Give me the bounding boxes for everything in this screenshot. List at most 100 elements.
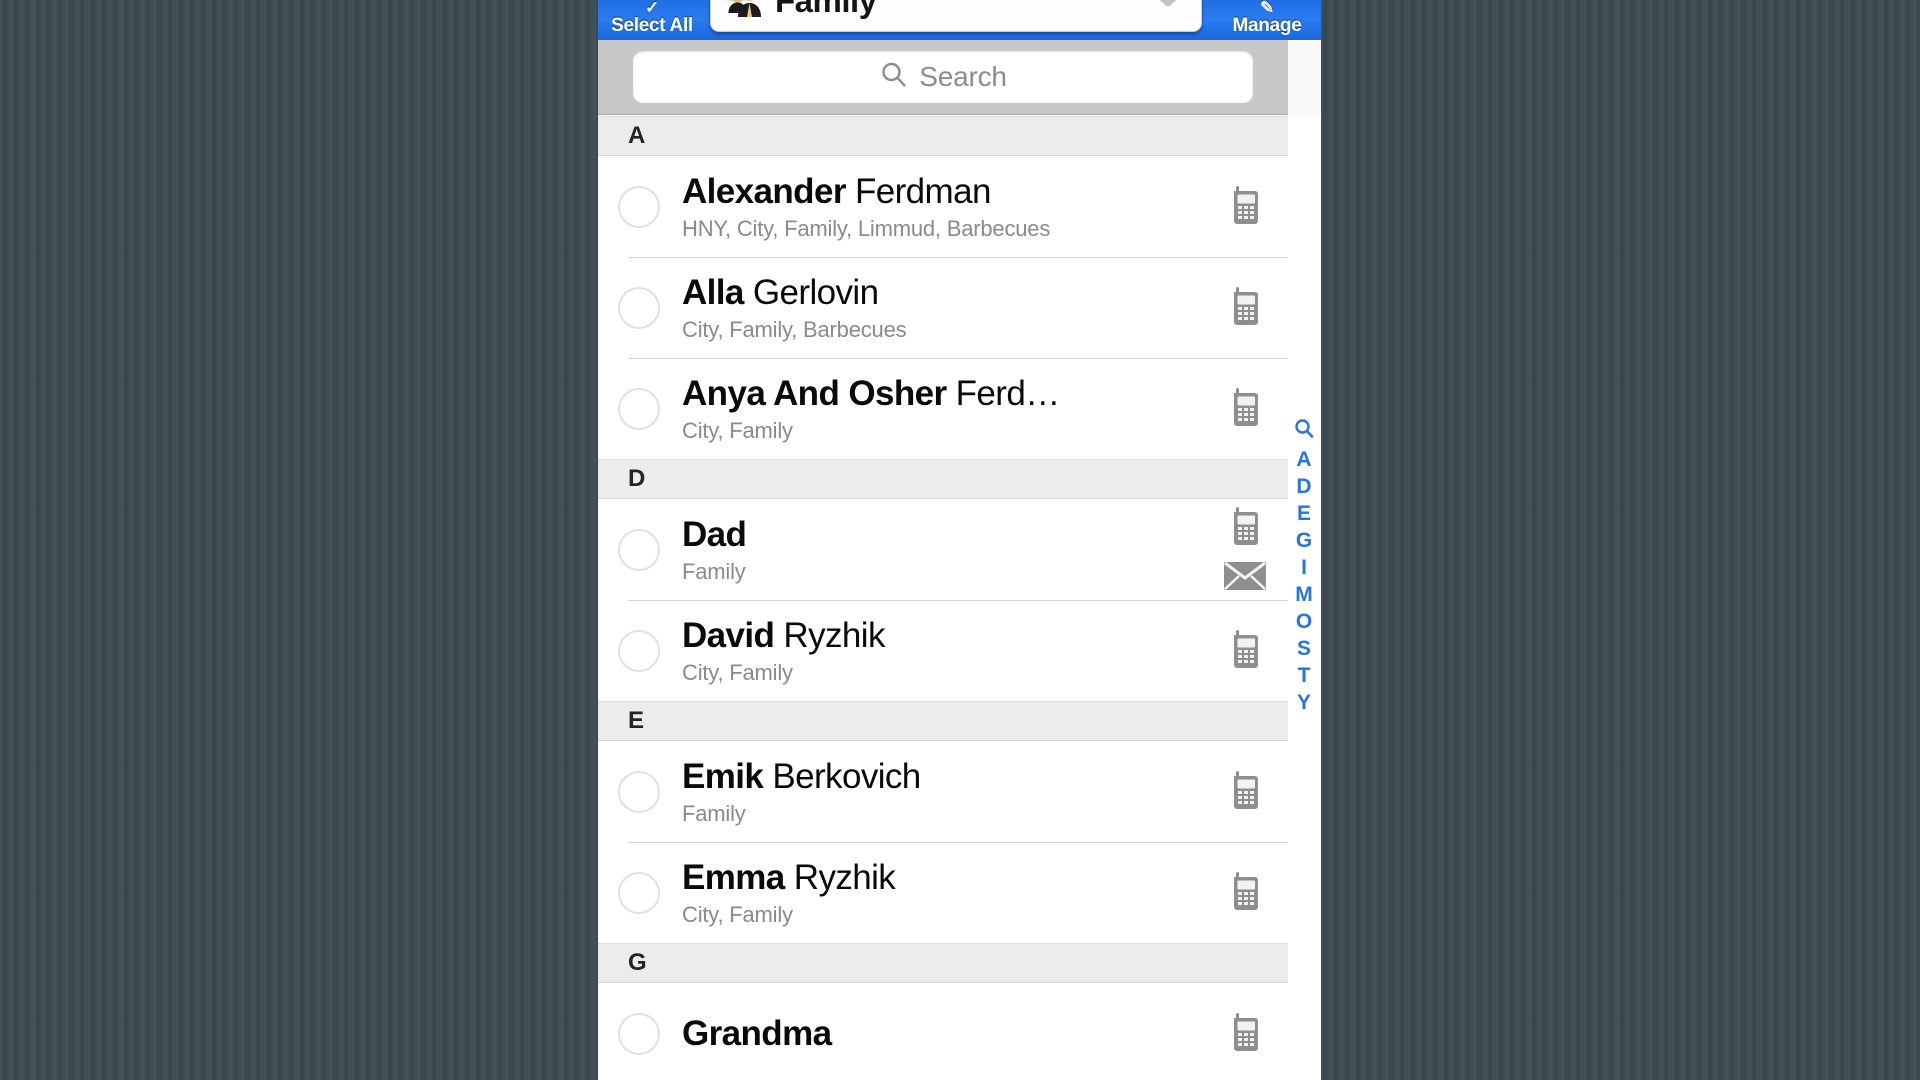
contact-row[interactable]: Dad Family (598, 499, 1288, 600)
contact-text: Alla Gerlovin City, Family, Barbecues (682, 273, 1210, 343)
search-placeholder: Search (919, 61, 1007, 92)
section-header-a: A (598, 116, 1288, 156)
contact-name: Emma Ryzhik (682, 858, 1210, 898)
contact-first-name: Alla (682, 272, 744, 312)
navigation-bar: ✓ Select All Family ✎ Manage (598, 0, 1321, 40)
contact-first-name: Emik (682, 756, 764, 796)
mobile-phone-icon[interactable] (1225, 626, 1265, 675)
contact-row[interactable]: Alexander Ferdman HNY, City, Family, Limm… (598, 156, 1288, 257)
contact-channel-icons (1210, 626, 1288, 675)
contact-channel-icons (1210, 767, 1288, 816)
mobile-phone-icon[interactable] (1225, 384, 1265, 433)
contact-first-name: Anya And Osher (682, 373, 947, 413)
contact-first-name: Alexander (682, 171, 846, 211)
search-input[interactable]: Search (633, 51, 1253, 103)
alpha-index-letter-y[interactable]: Y (1297, 689, 1311, 716)
contact-text: Alexander Ferdman HNY, City, Family, Limm… (682, 172, 1210, 242)
nav-title-pill[interactable]: Family (710, 0, 1202, 32)
mobile-phone-icon[interactable] (1225, 767, 1265, 816)
mobile-phone-icon[interactable] (1225, 182, 1265, 231)
contact-select-checkbox[interactable] (618, 387, 660, 430)
contact-channel-icons (1210, 384, 1288, 433)
manage-label: Manage (1232, 15, 1302, 36)
contact-row[interactable]: Grandma (598, 983, 1288, 1080)
contact-select-checkbox[interactable] (618, 871, 660, 914)
envelope-icon[interactable] (1223, 560, 1267, 597)
section-header-d: D (598, 459, 1288, 499)
contact-text: Grandma (682, 1014, 1210, 1054)
mobile-phone-icon[interactable] (1225, 868, 1265, 917)
contact-select-checkbox[interactable] (618, 770, 660, 813)
alphabet-index[interactable]: ADEGIMOSTY (1289, 418, 1319, 716)
alpha-index-letter-d[interactable]: D (1296, 473, 1311, 500)
contact-row[interactable]: Emma Ryzhik City, Family (598, 842, 1288, 943)
contact-select-checkbox[interactable] (618, 286, 660, 329)
contact-select-checkbox[interactable] (618, 528, 660, 571)
manage-button[interactable]: ✎ Manage (1213, 0, 1321, 40)
contact-select-checkbox[interactable] (618, 629, 660, 672)
section-header-letter: G (628, 949, 647, 976)
contact-last-name: Berkovich (763, 756, 921, 796)
alpha-index-letter-i[interactable]: I (1301, 554, 1307, 581)
page-title: Family (775, 0, 877, 19)
contact-name: Alexander Ferdman (682, 172, 1210, 212)
search-icon (879, 60, 909, 95)
group-people-icon (725, 0, 769, 19)
tag-icon: ✎ (1260, 0, 1274, 17)
section-header-e: E (598, 701, 1288, 741)
contact-select-checkbox[interactable] (618, 185, 660, 228)
contact-last-name: Gerlovin (743, 272, 879, 312)
contact-name: Anya And Osher Ferd… (682, 374, 1210, 414)
contact-channel-icons (1210, 182, 1288, 231)
alpha-index-search-icon[interactable] (1294, 418, 1314, 446)
section-header-letter: E (628, 707, 645, 734)
alpha-index-letter-e[interactable]: E (1297, 500, 1311, 527)
contact-first-name: David (682, 615, 775, 655)
contact-text: David Ryzhik City, Family (682, 616, 1210, 686)
contact-groups-subtitle: Family (682, 800, 746, 826)
mobile-phone-icon[interactable] (1225, 1009, 1265, 1058)
contact-name: Dad (682, 515, 1210, 555)
contact-groups-subtitle: HNY, City, Family, Limmud, Barbecues (682, 215, 1051, 241)
contact-text: Emma Ryzhik City, Family (682, 858, 1210, 928)
contact-row[interactable]: Anya And Osher Ferd… City, Family (598, 358, 1288, 459)
contact-text: Anya And Osher Ferd… City, Family (682, 374, 1210, 444)
contact-channel-icons (1210, 283, 1288, 332)
contact-channel-icons (1210, 868, 1288, 917)
contact-name: David Ryzhik (682, 616, 1210, 656)
contact-groups-subtitle: City, Family (682, 417, 793, 443)
mobile-phone-icon[interactable] (1225, 283, 1265, 332)
contact-name: Alla Gerlovin (682, 273, 1210, 313)
contact-text: Emik Berkovich Family (682, 757, 1210, 827)
alpha-index-letter-a[interactable]: A (1296, 446, 1311, 473)
contact-last-name: Ryzhik (784, 857, 896, 897)
contact-list[interactable]: A Alexander Ferdman HNY, City, Family, Lim… (598, 116, 1321, 1080)
select-all-button[interactable]: ✓ Select All (598, 0, 706, 40)
contact-last-name: Ferdman (845, 171, 991, 211)
contact-name: Emik Berkovich (682, 757, 1210, 797)
contact-select-checkbox[interactable] (618, 1012, 660, 1055)
chevron-down-icon[interactable] (1149, 0, 1187, 16)
contact-groups-subtitle: City, Family, Barbecues (682, 316, 907, 342)
contact-last-name: Ferd… (946, 373, 1061, 413)
alpha-index-letter-m[interactable]: M (1295, 581, 1313, 608)
contact-text: Dad Family (682, 515, 1210, 585)
contact-row[interactable]: Emik Berkovich Family (598, 741, 1288, 842)
select-all-label: Select All (611, 15, 693, 36)
alpha-index-letter-g[interactable]: G (1296, 527, 1312, 554)
contact-last-name: Ryzhik (774, 615, 885, 655)
contact-row[interactable]: David Ryzhik City, Family (598, 600, 1288, 701)
contact-first-name: Grandma (682, 1013, 832, 1053)
contact-row[interactable]: Alla Gerlovin City, Family, Barbecues (598, 257, 1288, 358)
search-bar-container: Search (598, 40, 1288, 115)
section-header-g: G (598, 943, 1288, 983)
contact-groups-subtitle: City, Family (682, 901, 793, 927)
checkmark-icon: ✓ (645, 0, 659, 17)
contact-groups-subtitle: Family (682, 558, 746, 584)
alpha-index-letter-t[interactable]: T (1298, 662, 1311, 689)
contact-first-name: Emma (682, 857, 785, 897)
alpha-index-letter-s[interactable]: S (1297, 635, 1311, 662)
contact-channel-icons (1210, 503, 1288, 597)
alpha-index-letter-o[interactable]: O (1296, 608, 1312, 635)
mobile-phone-icon[interactable] (1225, 503, 1265, 552)
